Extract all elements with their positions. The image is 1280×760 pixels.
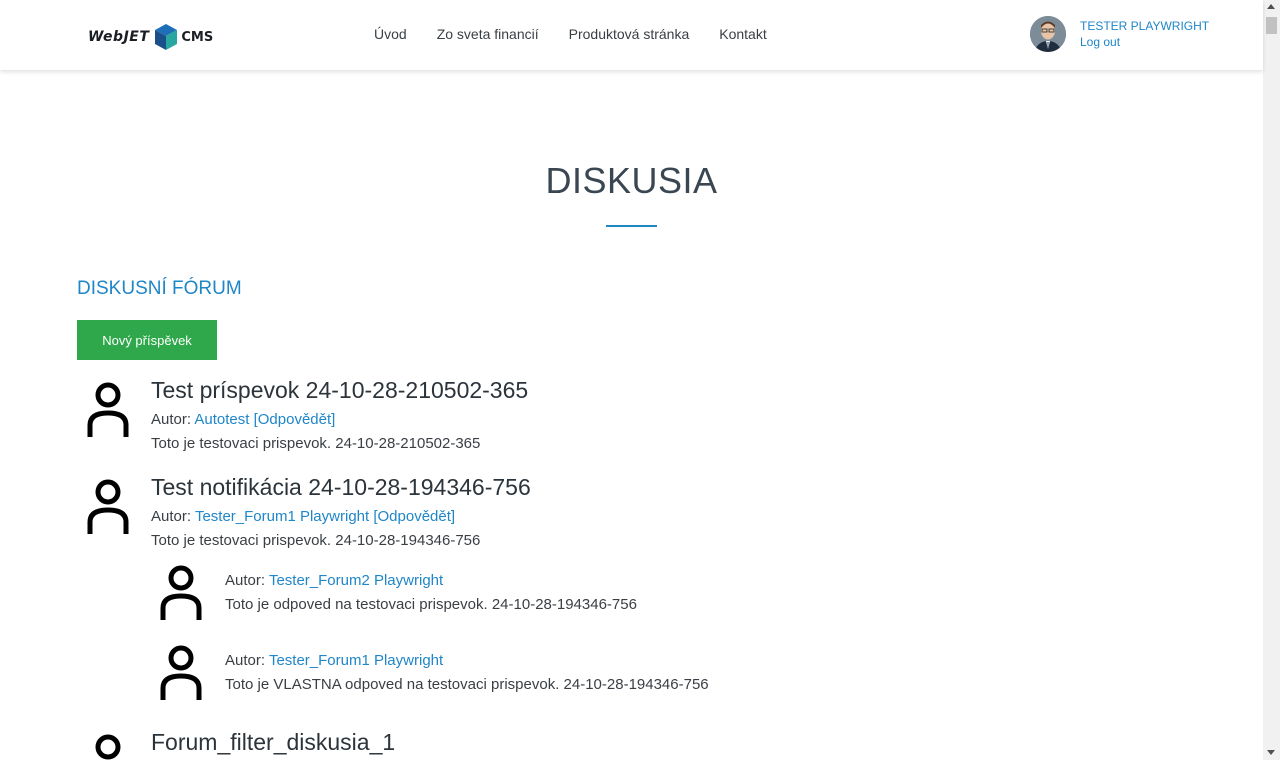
logo-cube-icon bbox=[155, 24, 178, 50]
author-label: Autor: bbox=[225, 652, 266, 669]
vertical-scrollbar[interactable] bbox=[1263, 0, 1280, 760]
user-icon bbox=[160, 565, 202, 620]
user-menu: TESTER PLAYWRIGHT Log out bbox=[1030, 16, 1209, 52]
logo-word: WebJET bbox=[88, 29, 150, 45]
author-link[interactable]: Tester_Forum1 Playwright bbox=[195, 508, 369, 525]
main-nav: Úvod Zo sveta financií Produktová stránk… bbox=[374, 26, 797, 42]
scroll-up-arrow-icon[interactable] bbox=[1267, 4, 1275, 9]
post-body: Toto je testovaci prispevok. 24-10-28-19… bbox=[151, 532, 481, 549]
user-icon bbox=[87, 382, 129, 437]
user-avatar[interactable] bbox=[1030, 16, 1066, 52]
post-meta: Autor: Autotest [Odpovědět] bbox=[151, 411, 335, 428]
site-header: WebJET CMS Úvod Zo sveta financií Produk… bbox=[0, 0, 1263, 70]
reply-link[interactable]: [Odpovědět] bbox=[373, 508, 455, 525]
nav-item-zo-sveta-financii[interactable]: Zo sveta financií bbox=[437, 26, 539, 42]
user-icon bbox=[87, 479, 129, 534]
author-label: Autor: bbox=[151, 508, 192, 525]
post-body: Toto je testovaci prispevok. 24-10-28-21… bbox=[151, 435, 481, 452]
author-label: Autor: bbox=[225, 572, 266, 589]
author-link[interactable]: Tester_Forum1 Playwright bbox=[269, 652, 443, 669]
post-meta: Autor: Tester_Forum1 Playwright [Odpověd… bbox=[151, 508, 455, 525]
reply-body: Toto je VLASTNA odpoved na testovaci pri… bbox=[225, 676, 709, 693]
logo-cms: CMS bbox=[181, 29, 214, 45]
author-link[interactable]: Autotest bbox=[194, 411, 249, 428]
scroll-thumb[interactable] bbox=[1266, 17, 1277, 34]
reply-meta: Autor: Tester_Forum2 Playwright bbox=[225, 572, 443, 589]
webjet-cms-logo[interactable]: WebJET CMS bbox=[88, 24, 213, 50]
post-title[interactable]: Test notifikácia 24-10-28-194346-756 bbox=[151, 474, 531, 501]
nav-item-uvod[interactable]: Úvod bbox=[374, 26, 407, 42]
scroll-down-arrow-icon[interactable] bbox=[1267, 750, 1275, 755]
page-title: DISKUSIA bbox=[545, 160, 718, 201]
user-icon bbox=[160, 645, 202, 700]
nav-item-kontakt[interactable]: Kontakt bbox=[719, 26, 766, 42]
title-divider bbox=[606, 225, 657, 227]
author-link[interactable]: Tester_Forum2 Playwright bbox=[269, 572, 443, 589]
reply-link[interactable]: [Odpovědět] bbox=[254, 411, 336, 428]
author-label: Autor: bbox=[151, 411, 192, 428]
section-title: DISKUSNÍ FÓRUM bbox=[77, 278, 242, 299]
post-title[interactable]: Forum_filter_diskusia_1 bbox=[151, 729, 395, 756]
user-icon bbox=[95, 734, 121, 760]
post-title[interactable]: Test príspevok 24-10-28-210502-365 bbox=[151, 377, 528, 404]
user-name[interactable]: TESTER PLAYWRIGHT bbox=[1080, 19, 1209, 33]
reply-body: Toto je odpoved na testovaci prispevok. … bbox=[225, 596, 637, 613]
reply-meta: Autor: Tester_Forum1 Playwright bbox=[225, 652, 443, 669]
nav-item-produktova-stranka[interactable]: Produktová stránka bbox=[569, 26, 690, 42]
new-post-button[interactable]: Nový příspěvek bbox=[77, 320, 217, 360]
logout-link[interactable]: Log out bbox=[1080, 35, 1209, 49]
